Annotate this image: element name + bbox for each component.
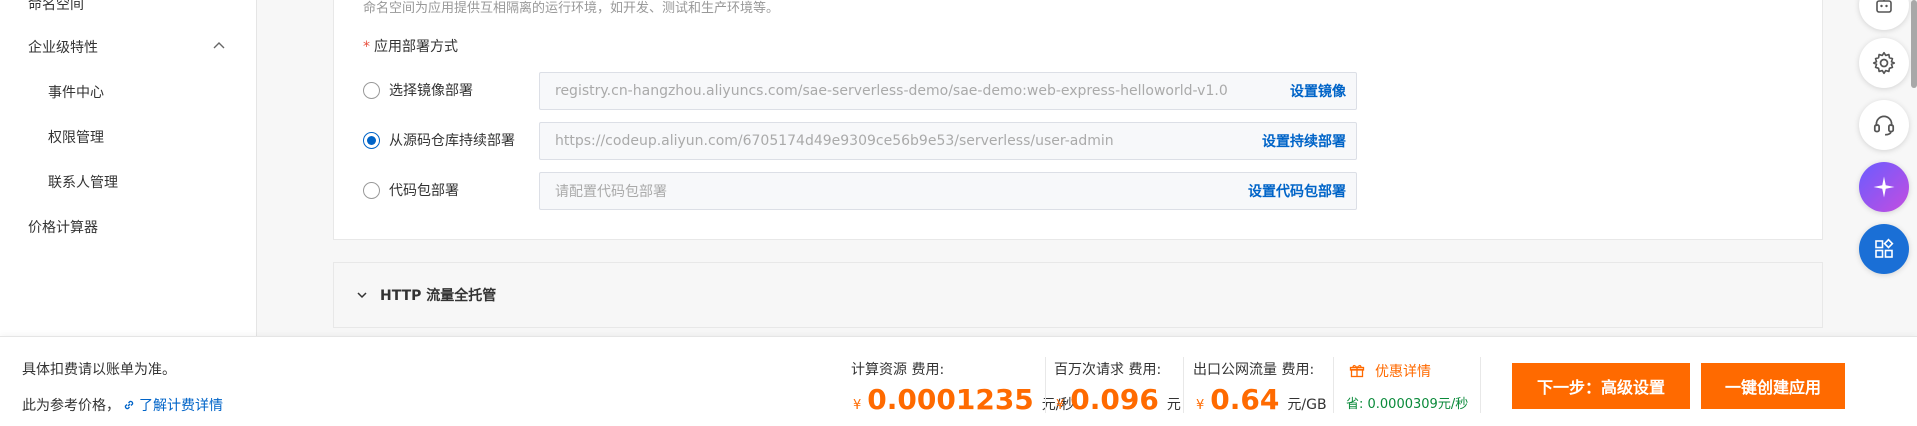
headset-icon bbox=[1873, 115, 1895, 136]
price-bar: 具体扣费请以账单为准。 此为参考价格， 了解计费详情 计算资源 费用: ¥0.00… bbox=[0, 336, 1917, 426]
http-traffic-section[interactable]: HTTP 流量全托管 bbox=[333, 262, 1823, 328]
section-title: HTTP 流量全托管 bbox=[380, 288, 497, 304]
package-placeholder: 请配置代码包部署 bbox=[555, 184, 667, 200]
promo-details-link[interactable]: 优惠详情 bbox=[1349, 361, 1431, 381]
chevron-down-icon bbox=[357, 292, 367, 299]
namespace-note: 命名空间为应用提供互相隔离的运行环境，如开发、测试和生产环境等。 bbox=[363, 1, 780, 16]
billing-details-link[interactable]: 了解计费详情 bbox=[120, 398, 223, 414]
next-advanced-settings-button[interactable]: 下一步：高级设置 bbox=[1512, 363, 1690, 409]
gear-icon bbox=[1872, 51, 1896, 75]
image-input[interactable]: registry.cn-hangzhou.aliyuncs.com/sae-se… bbox=[539, 72, 1357, 110]
radio-image-deploy[interactable]: 选择镜像部署 bbox=[363, 80, 473, 100]
radio-label: 从源码仓库持续部署 bbox=[389, 133, 515, 149]
set-continuous-deploy-link[interactable]: 设置持续部署 bbox=[1262, 131, 1346, 151]
set-image-link[interactable]: 设置镜像 bbox=[1290, 81, 1346, 101]
settings-button[interactable] bbox=[1859, 38, 1909, 88]
support-button[interactable] bbox=[1859, 100, 1909, 150]
link-icon bbox=[124, 400, 134, 410]
one-click-create-button[interactable]: 一键创建应用 bbox=[1701, 363, 1845, 409]
apps-button[interactable] bbox=[1859, 224, 1909, 274]
required-mark: * bbox=[363, 39, 370, 55]
sidebar-item-price-calculator[interactable]: 价格计算器 bbox=[28, 217, 98, 237]
divider bbox=[1480, 357, 1481, 413]
radio-package-deploy[interactable]: 代码包部署 bbox=[363, 180, 459, 200]
robot-icon bbox=[1876, 0, 1892, 13]
reference-note: 此为参考价格， 了解计费详情 bbox=[22, 398, 223, 414]
chevron-up-icon[interactable] bbox=[212, 38, 226, 52]
deploy-method-label: * 应用部署方式 bbox=[363, 39, 458, 55]
sidebar-item-enterprise[interactable]: 企业级特性 bbox=[28, 37, 98, 57]
package-input[interactable]: 请配置代码包部署 设置代码包部署 bbox=[539, 172, 1357, 210]
sidebar: 命名空间 企业级特性 事件中心 权限管理 联系人管理 价格计算器 bbox=[0, 0, 257, 336]
gift-icon bbox=[1349, 364, 1365, 378]
radio-circle[interactable] bbox=[363, 81, 380, 99]
sparkle-icon bbox=[1873, 176, 1895, 198]
set-package-deploy-link[interactable]: 设置代码包部署 bbox=[1248, 181, 1346, 201]
compute-cost-label: 计算资源 费用: bbox=[851, 362, 945, 378]
saved-amount: 省: 0.0000309元/秒 bbox=[1346, 397, 1469, 412]
image-value: registry.cn-hangzhou.aliyuncs.com/sae-se… bbox=[555, 83, 1228, 99]
traffic-cost-label: 出口公网流量 费用: bbox=[1193, 362, 1315, 378]
sidebar-item-namespace[interactable]: 命名空间 bbox=[28, 0, 84, 14]
sidebar-item-permissions[interactable]: 权限管理 bbox=[48, 127, 104, 147]
requests-cost-label: 百万次请求 费用: bbox=[1054, 362, 1162, 378]
radio-label: 选择镜像部署 bbox=[389, 83, 473, 99]
divider bbox=[1183, 357, 1184, 413]
divider bbox=[1333, 357, 1334, 413]
apps-grid-icon bbox=[1875, 238, 1894, 258]
requests-cost-value: ¥0.096 元 bbox=[1056, 383, 1181, 416]
sidebar-item-events[interactable]: 事件中心 bbox=[48, 82, 104, 102]
scrollbar[interactable] bbox=[1911, 0, 1917, 88]
divider bbox=[1045, 357, 1046, 413]
sidebar-item-contacts[interactable]: 联系人管理 bbox=[48, 172, 118, 192]
radio-label: 代码包部署 bbox=[389, 183, 459, 199]
source-repo-value: https://codeup.aliyun.com/6705174d49e930… bbox=[555, 133, 1114, 149]
traffic-cost-value: ¥0.64 元/GB bbox=[1196, 383, 1327, 416]
radio-source-deploy[interactable]: 从源码仓库持续部署 bbox=[363, 130, 515, 150]
compute-cost-value: ¥0.0001235 元/秒 bbox=[853, 383, 1075, 416]
ai-assistant-button[interactable] bbox=[1859, 162, 1909, 212]
radio-circle-checked[interactable] bbox=[363, 131, 380, 149]
source-repo-input[interactable]: https://codeup.aliyun.com/6705174d49e930… bbox=[539, 122, 1357, 160]
billing-note: 具体扣费请以账单为准。 bbox=[22, 362, 176, 378]
radio-circle[interactable] bbox=[363, 181, 380, 199]
